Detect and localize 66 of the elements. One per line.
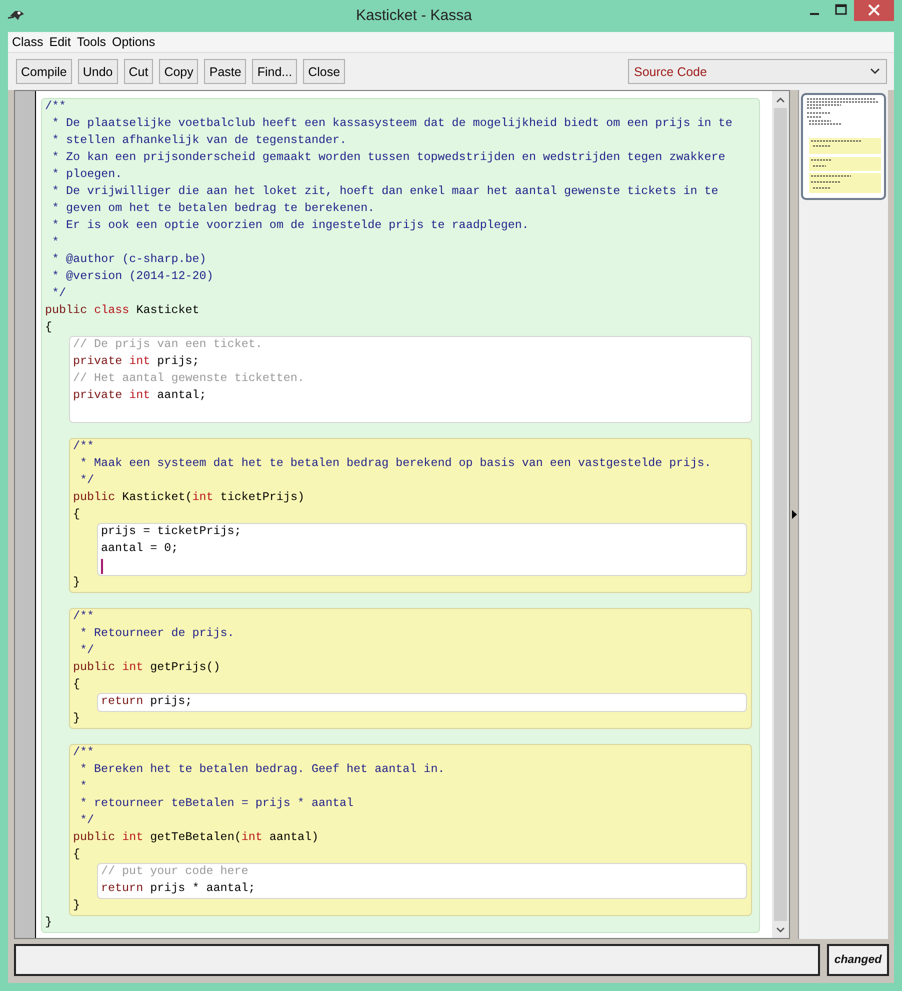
code-line: * geven om het te betalen bedrag te berekenen. (51, 201, 376, 217)
code-line: { (73, 677, 82, 693)
code-line: { (45, 320, 54, 336)
code-line: * Er is ook een optie voorzien om de ingestelde prijs te raadplegen. (51, 218, 530, 234)
toolbar-button[interactable]: Undo (78, 59, 118, 84)
scroll-up-icon[interactable] (776, 96, 785, 102)
toolbar-button[interactable]: Close (303, 59, 346, 84)
code-line: return prijs * aantal; (101, 881, 256, 897)
code-line: */ (79, 643, 96, 659)
save-status-indicator: changed (827, 944, 889, 976)
code-line: * Zo kan een prijsonderscheid gemaakt worden tussen topwedstrijden en wedstrijden tegen zwakkere (51, 150, 726, 166)
code-line: { (73, 847, 82, 863)
code-line: public class Kasticket (45, 303, 200, 319)
menu-item[interactable]: Class (12, 35, 48, 49)
toolbar-button[interactable]: Cut (124, 59, 154, 84)
code-line: * Bereken het te betalen bedrag. Geef het aantal in. (79, 762, 446, 778)
code-line: /** (73, 745, 96, 761)
menu-item[interactable]: Tools (76, 35, 110, 49)
code-line: * retourneer teBetalen = prijs * aantal (79, 796, 355, 812)
menu-item[interactable]: Edit (49, 35, 75, 49)
code-line: * De vrijwilliger die aan het loket zit, hoeft dan enkel maar het aantal gewenste tickets in te (51, 184, 720, 200)
code-line: public int getTeBetalen(int aantal) (73, 830, 320, 846)
toolbar-button[interactable]: Paste (204, 59, 246, 84)
code-line: public int getPrijs() (73, 660, 222, 676)
chevron-down-icon (870, 68, 880, 75)
scrollbar[interactable] (772, 91, 789, 938)
toolbar-button[interactable]: Find... (252, 59, 298, 84)
code-line: prijs = ticketPrijs; (101, 524, 242, 540)
code-line: aantal = 0; (101, 541, 180, 557)
code-line: * stellen afhankelijk van de tegenstander. (51, 133, 348, 149)
code-line: * De plaatselijke voetbalclub heeft een kassasysteem dat de mogelijkheid biedt om een prijs in te (51, 116, 734, 132)
code-line: } (45, 915, 54, 931)
toolbar-button[interactable]: Compile (16, 59, 72, 84)
app-icon[interactable] (8, 8, 26, 22)
window-title: Kasticket - Kassa (355, 6, 473, 24)
toolbar-button[interactable]: Copy (159, 59, 198, 84)
code-line: */ (79, 473, 96, 489)
code-line: * @author (c-sharp.be) (51, 252, 208, 268)
code-line: * Retourneer de prijs. (79, 626, 236, 642)
code-line: */ (51, 286, 68, 302)
code-line: // De prijs van een ticket. (73, 337, 264, 353)
code-line: } (73, 711, 82, 727)
code-line: private int aantal; (73, 388, 208, 404)
menu-item[interactable]: Options (112, 35, 160, 49)
code-line: return prijs; (101, 694, 194, 710)
code-line: * (51, 235, 60, 251)
code-line: public Kasticket(int ticketPrijs) (73, 490, 306, 506)
code-line: } (73, 898, 82, 914)
code-line: { (73, 507, 82, 523)
code-line: * ploegen. (51, 167, 124, 183)
code-line: } (73, 575, 82, 591)
code-line: * @version (2014-12-20) (51, 269, 214, 285)
close-icon[interactable] (854, 0, 894, 21)
view-dropdown[interactable]: Source Code (628, 59, 887, 84)
code-line: /** (73, 439, 96, 455)
code-line: */ (79, 813, 96, 829)
minimap-drawing[interactable] (801, 93, 886, 200)
expand-arrow-icon[interactable] (792, 510, 796, 519)
code-line: /** (73, 609, 96, 625)
scroll-down-icon[interactable] (776, 926, 785, 932)
code-line: // put your code here (101, 864, 250, 880)
code-line: /** (45, 99, 68, 115)
code-line: * Maak een systeem dat het te betalen bedrag berekend op basis van een vastgestelde prijs. (79, 456, 712, 472)
code-line: * (79, 779, 88, 795)
code-line: // Het aantal gewenste ticketten. (73, 371, 306, 387)
code-line: private int prijs; (73, 354, 200, 370)
